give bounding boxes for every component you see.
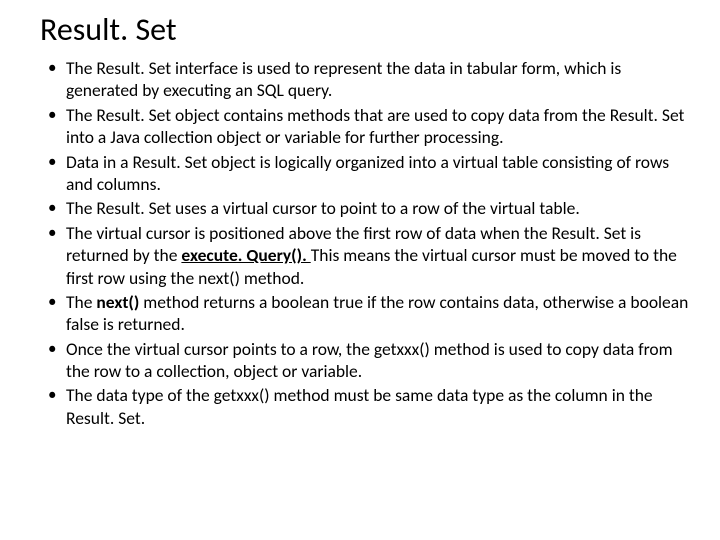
bullet-text: The Result. Set object contains methods … [66,104,684,148]
bullet-text: The [66,291,96,313]
list-item: The next() method returns a boolean true… [48,291,690,336]
list-item: The Result. Set interface is used to rep… [48,57,690,102]
page-title: Result. Set [40,10,690,49]
list-item: The Result. Set object contains methods … [48,104,690,149]
list-item: The virtual cursor is positioned above t… [48,222,690,289]
bullet-bold: next() [96,291,143,313]
list-item: The Result. Set uses a virtual cursor to… [48,197,690,219]
list-item: The data type of the getxxx() method mus… [48,384,690,429]
bullet-text: Once the virtual cursor points to a row,… [66,338,673,382]
bullet-text: The data type of the getxxx() method mus… [66,384,653,428]
bullet-list: The Result. Set interface is used to rep… [30,57,690,429]
list-item: Once the virtual cursor points to a row,… [48,338,690,383]
bullet-text: The Result. Set interface is used to rep… [66,57,621,101]
bullet-text: The Result. Set uses a virtual cursor to… [66,197,580,219]
bullet-bold-under: execute. Query(). [181,244,310,266]
bullet-text-post: method returns a boolean true if the row… [66,291,688,335]
bullet-text: Data in a Result. Set object is logicall… [66,151,669,195]
list-item: Data in a Result. Set object is logicall… [48,151,690,196]
